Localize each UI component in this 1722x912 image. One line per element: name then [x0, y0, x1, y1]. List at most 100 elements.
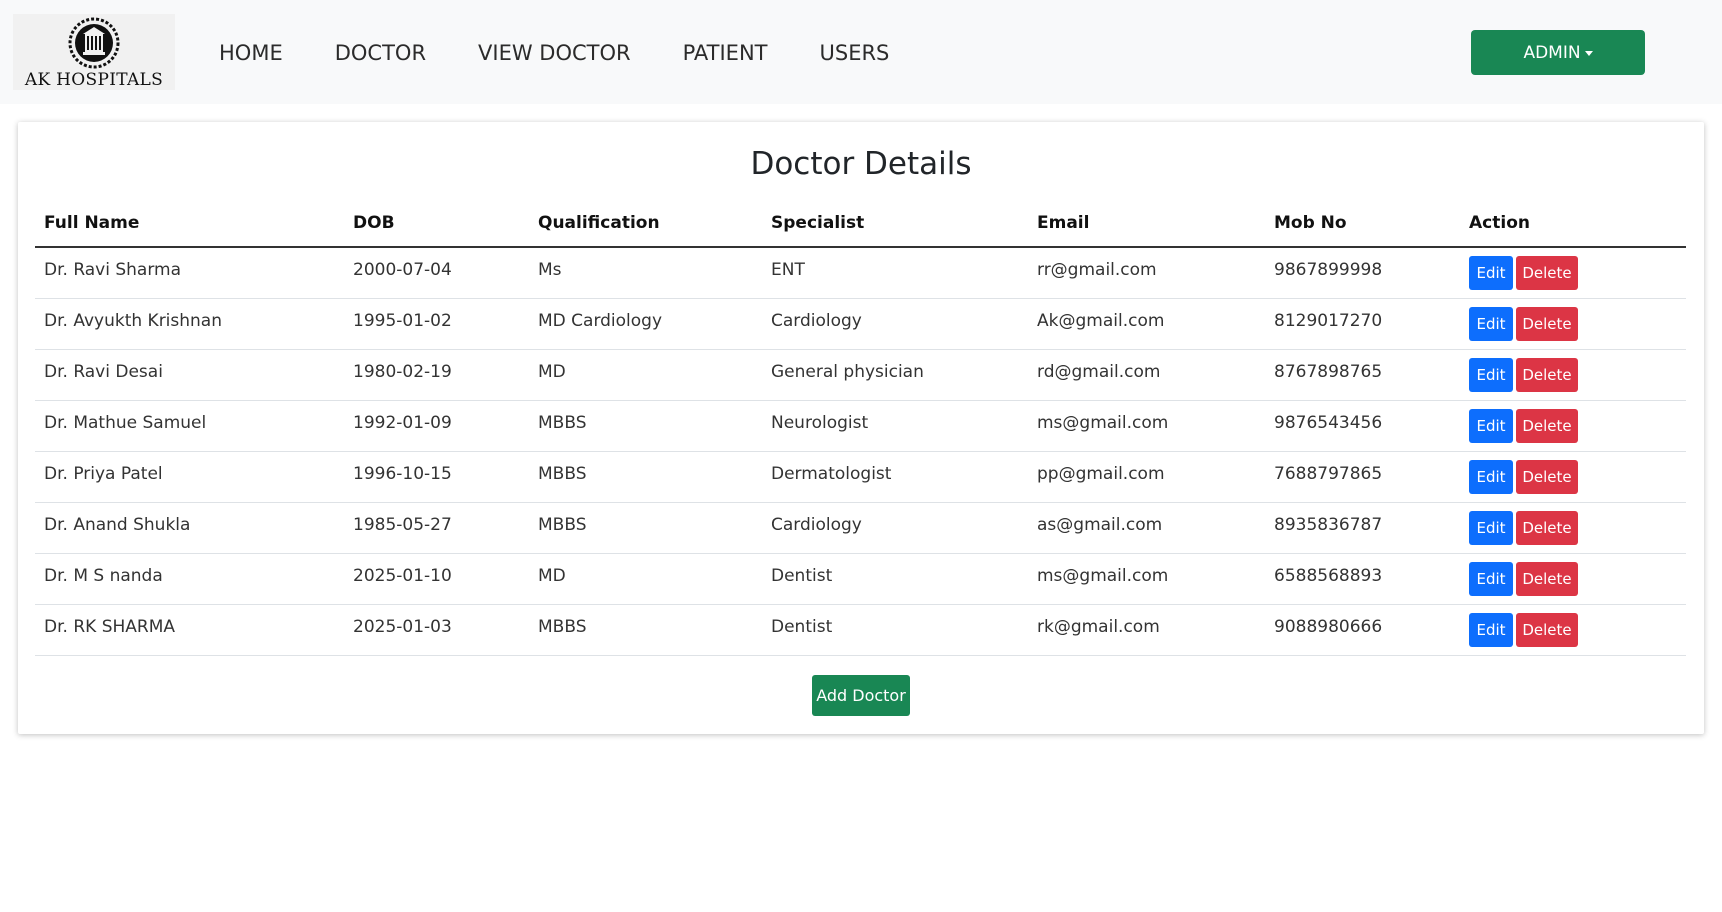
cell-email: ms@gmail.com — [1028, 553, 1265, 605]
hospital-logo[interactable]: AK HOSPITALS — [13, 14, 175, 90]
delete-button[interactable]: Delete — [1516, 256, 1578, 290]
table-row: Dr. RK SHARMA 2025-01-03 MBBS Dentist rk@gma… — [35, 604, 1686, 656]
table-header-row: Full Name DOB Qualification Specialist E… — [35, 200, 1686, 248]
cell-full-name: Dr. Ravi Sharma — [35, 247, 344, 299]
nav-doctor[interactable]: DOCTOR — [335, 38, 426, 68]
caret-down-icon — [1584, 50, 1593, 56]
admin-dropdown-button[interactable]: ADMIN — [1471, 30, 1645, 75]
specialist-value: Dermatologist — [771, 464, 892, 484]
qualification-value: MBBS — [538, 413, 587, 433]
cell-qualification: MD — [529, 349, 762, 401]
navbar: AK HOSPITALS HOME DOCTOR VIEW DOCTOR PAT… — [0, 0, 1722, 104]
qualification-value: MBBS — [538, 515, 587, 535]
dob-value: 1985-05-27 — [353, 515, 452, 535]
cell-mob-no: 8935836787 — [1265, 502, 1460, 554]
edit-button[interactable]: Edit — [1469, 562, 1513, 596]
mob-no-value: 9088980666 — [1274, 617, 1383, 637]
email-value: rd@gmail.com — [1037, 362, 1161, 382]
delete-button[interactable]: Delete — [1516, 409, 1578, 443]
dob-value: 1995-01-02 — [353, 311, 452, 331]
mob-no-value: 9876543456 — [1274, 413, 1383, 433]
table-row: Dr. Ravi Sharma 2000-07-04 Ms ENT rr@gmail.c… — [35, 247, 1686, 299]
qualification-value: Ms — [538, 260, 562, 280]
cell-specialist: Cardiology — [762, 298, 1028, 350]
doctor-table: Full Name DOB Qualification Specialist E… — [35, 200, 1686, 656]
cell-full-name: Dr. RK SHARMA — [35, 604, 344, 656]
add-doctor-button[interactable]: Add Doctor — [812, 675, 910, 716]
table-row: Dr. Mathue Samuel 1992-01-09 MBBS Neurologi… — [35, 400, 1686, 452]
edit-button[interactable]: Edit — [1469, 256, 1513, 290]
delete-button[interactable]: Delete — [1516, 307, 1578, 341]
full-name-value: Dr. Anand Shukla — [44, 515, 191, 535]
delete-button[interactable]: Delete — [1516, 562, 1578, 596]
cell-dob: 1985-05-27 — [344, 502, 529, 554]
cell-dob: 1980-02-19 — [344, 349, 529, 401]
cell-action: Edit Delete — [1460, 502, 1686, 554]
cell-action: Edit Delete — [1460, 553, 1686, 605]
qualification-value: MD — [538, 362, 566, 382]
cell-specialist: Dentist — [762, 553, 1028, 605]
email-value: ms@gmail.com — [1037, 566, 1169, 586]
cell-dob: 1992-01-09 — [344, 400, 529, 452]
column-header: Action — [1460, 200, 1686, 248]
specialist-value: Dentist — [771, 617, 833, 637]
qualification-value: MBBS — [538, 617, 587, 637]
cell-qualification: Ms — [529, 247, 762, 299]
cell-mob-no: 7688797865 — [1265, 451, 1460, 503]
edit-button[interactable]: Edit — [1469, 511, 1513, 545]
delete-button[interactable]: Delete — [1516, 511, 1578, 545]
delete-button[interactable]: Delete — [1516, 460, 1578, 494]
hospital-emblem-icon — [68, 17, 120, 69]
edit-button[interactable]: Edit — [1469, 307, 1513, 341]
nav-users[interactable]: USERS — [820, 38, 890, 68]
cell-email: rd@gmail.com — [1028, 349, 1265, 401]
mob-no-value: 6588568893 — [1274, 566, 1383, 586]
cell-action: Edit Delete — [1460, 400, 1686, 452]
cell-action: Edit Delete — [1460, 247, 1686, 299]
admin-label: ADMIN — [1523, 42, 1581, 63]
email-value: as@gmail.com — [1037, 515, 1163, 535]
delete-button[interactable]: Delete — [1516, 358, 1578, 392]
full-name-value: Dr. Ravi Desai — [44, 362, 163, 382]
column-header: Qualification — [529, 200, 762, 248]
email-value: Ak@gmail.com — [1037, 311, 1165, 331]
cell-full-name: Dr. Ravi Desai — [35, 349, 344, 401]
nav-view-doctor[interactable]: VIEW DOCTOR — [478, 38, 631, 68]
table-body: Dr. Ravi Sharma 2000-07-04 Ms ENT rr@gmail.c… — [35, 247, 1686, 656]
specialist-value: Cardiology — [771, 311, 862, 331]
mob-no-value: 8129017270 — [1274, 311, 1383, 331]
cell-dob: 1995-01-02 — [344, 298, 529, 350]
nav-patient[interactable]: PATIENT — [683, 38, 768, 68]
mob-no-value: 9867899998 — [1274, 260, 1383, 280]
dob-value: 1980-02-19 — [353, 362, 452, 382]
cell-action: Edit Delete — [1460, 451, 1686, 503]
cell-email: ms@gmail.com — [1028, 400, 1265, 452]
email-value: rk@gmail.com — [1037, 617, 1160, 637]
cell-mob-no: 9088980666 — [1265, 604, 1460, 656]
delete-button[interactable]: Delete — [1516, 613, 1578, 647]
specialist-value: Dentist — [771, 566, 833, 586]
edit-button[interactable]: Edit — [1469, 460, 1513, 494]
cell-full-name: Dr. Mathue Samuel — [35, 400, 344, 452]
column-header: Mob No — [1265, 200, 1460, 248]
full-name-value: Dr. Priya Patel — [44, 464, 163, 484]
cell-qualification: MBBS — [529, 604, 762, 656]
nav-links: HOME DOCTOR VIEW DOCTOR PATIENT USERS — [219, 38, 941, 68]
cell-mob-no: 9867899998 — [1265, 247, 1460, 299]
specialist-value: ENT — [771, 260, 805, 280]
nav-home[interactable]: HOME — [219, 38, 283, 68]
cell-mob-no: 9876543456 — [1265, 400, 1460, 452]
cell-dob: 2000-07-04 — [344, 247, 529, 299]
column-header: DOB — [344, 200, 529, 248]
cell-qualification: MD Cardiology — [529, 298, 762, 350]
edit-button[interactable]: Edit — [1469, 409, 1513, 443]
cell-full-name: Dr. Anand Shukla — [35, 502, 344, 554]
cell-mob-no: 6588568893 — [1265, 553, 1460, 605]
cell-specialist: General physician — [762, 349, 1028, 401]
column-header: Full Name — [35, 200, 344, 248]
dob-value: 2000-07-04 — [353, 260, 452, 280]
edit-button[interactable]: Edit — [1469, 358, 1513, 392]
edit-button[interactable]: Edit — [1469, 613, 1513, 647]
page-title: Doctor Details — [750, 146, 972, 182]
cell-email: rk@gmail.com — [1028, 604, 1265, 656]
